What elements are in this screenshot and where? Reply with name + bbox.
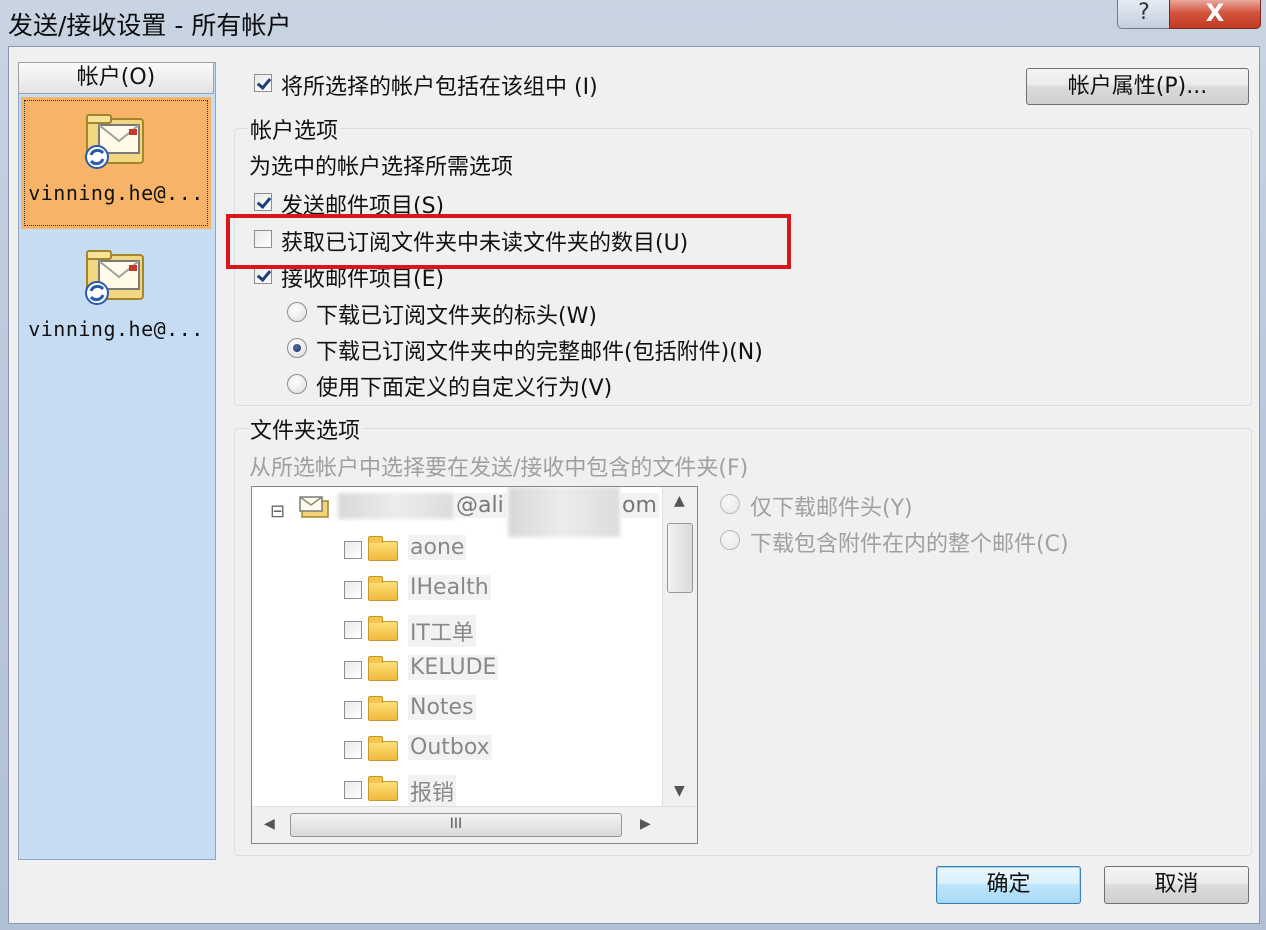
mailbox-icon [299, 496, 329, 518]
account-sync-icon [85, 114, 144, 169]
download-complete-label: 下载已订阅文件夹中的完整邮件(包括附件)(N) [316, 340, 763, 365]
window-title: 发送/接收设置 - 所有帐户 [8, 11, 292, 40]
include-in-group-label: 将所选择的帐户包括在该组中 (I) [281, 75, 598, 100]
account-options-title: 帐户选项 [248, 113, 341, 145]
folder-checkbox[interactable] [344, 701, 362, 719]
folder-label: Outbox [408, 735, 492, 760]
collapse-icon[interactable]: ⊟ [270, 501, 285, 522]
folder-icon [368, 576, 398, 601]
folder-options-description: 从所选帐户中选择要在发送/接收中包含的文件夹(F) [249, 456, 749, 481]
folder-icon [368, 776, 398, 801]
download-headers-label: 下载已订阅文件夹的标头(W) [316, 304, 597, 329]
cancel-button[interactable]: 取消 [1104, 866, 1249, 904]
folder-checkbox[interactable] [344, 741, 362, 759]
download-complete-radio[interactable] [287, 338, 307, 358]
scroll-up-icon[interactable]: ▲ [674, 493, 685, 509]
folder-icon [368, 656, 398, 681]
accounts-header[interactable]: 帐户(O) [18, 62, 214, 94]
ok-button[interactable]: 确定 [936, 866, 1081, 904]
account-item-1[interactable]: vinning.he@... [21, 97, 211, 229]
folder-label: IHealth [408, 575, 491, 600]
folder-icon [368, 736, 398, 761]
headers-only-label: 仅下载邮件头(Y) [750, 496, 913, 521]
folder-checkbox[interactable] [344, 781, 362, 799]
folder-icon [368, 616, 398, 641]
account-label: vinning.he@... [28, 181, 204, 205]
folder-label: IT工单 [408, 615, 476, 647]
account-sync-icon [85, 250, 144, 305]
folder-label: aone [408, 535, 467, 560]
account-properties-button[interactable]: 帐户属性(P)... [1026, 68, 1249, 105]
folder-label: KELUDE [408, 655, 499, 680]
redacted-text [508, 487, 620, 537]
folder-checkbox[interactable] [344, 661, 362, 679]
scroll-left-icon[interactable]: ◀ [264, 816, 275, 832]
scroll-down-icon[interactable]: ▼ [674, 783, 685, 799]
root-account-label-tail: om [620, 493, 659, 518]
horizontal-scroll-thumb[interactable]: III [290, 813, 622, 837]
folder-checkbox[interactable] [344, 541, 362, 559]
redacted-text [338, 493, 454, 519]
custom-behavior-label: 使用下面定义的自定义行为(V) [316, 376, 613, 401]
vertical-scrollbar[interactable]: ▲ ▼ [662, 487, 697, 807]
full-message-radio[interactable] [720, 530, 740, 550]
folder-checkbox[interactable] [344, 581, 362, 599]
send-items-checkbox[interactable] [254, 193, 272, 211]
folder-label: Notes [408, 695, 476, 720]
include-in-group-checkbox[interactable] [254, 74, 272, 92]
folder-options-title: 文件夹选项 [248, 413, 363, 445]
headers-only-radio[interactable] [720, 494, 740, 514]
highlight-annotation-box [226, 214, 791, 269]
folder-checkbox[interactable] [344, 621, 362, 639]
help-button[interactable]: ? [1117, 0, 1171, 29]
custom-behavior-radio[interactable] [287, 374, 307, 394]
folder-icon [368, 536, 398, 561]
folder-icon [368, 696, 398, 721]
root-account-label: @ali [454, 493, 506, 518]
account-options-description: 为选中的帐户选择所需选项 [249, 155, 514, 180]
folder-label: 报销 [408, 775, 457, 807]
close-button[interactable]: X [1169, 0, 1261, 29]
account-label: vinning.he@... [28, 317, 204, 341]
full-message-label: 下载包含附件在内的整个邮件(C) [750, 532, 1069, 557]
title-bar: 发送/接收设置 - 所有帐户 [0, 0, 1266, 46]
vertical-scroll-thumb[interactable] [667, 523, 693, 593]
account-item-2[interactable]: vinning.he@... [21, 233, 211, 365]
scroll-right-icon[interactable]: ▶ [640, 816, 651, 832]
folder-tree[interactable]: ⊟ @ali om aone IHealth IT工单 KELUDE Notes… [251, 486, 698, 844]
download-headers-radio[interactable] [287, 302, 307, 322]
horizontal-scrollbar[interactable]: ◀ III ▶ [252, 806, 697, 843]
